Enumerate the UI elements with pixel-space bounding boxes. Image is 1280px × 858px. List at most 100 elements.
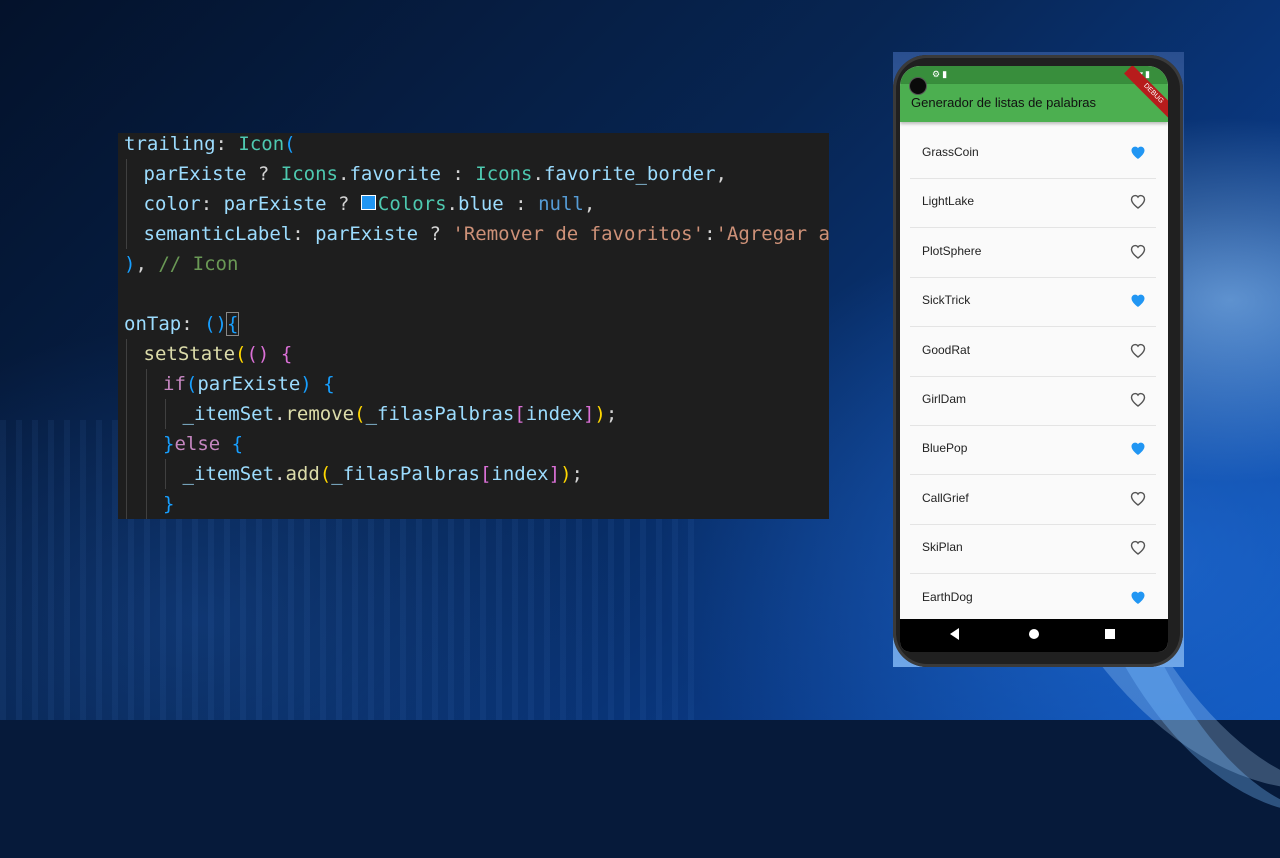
favorite-border-icon[interactable] [1130,244,1146,260]
code-token: favorite [349,163,441,185]
code-token: ( [354,403,366,425]
back-icon[interactable] [950,628,959,640]
camera-icon [909,77,927,95]
code-token: parExiste [143,163,247,185]
phone-screen: ⚙▮ ▾▮ Generador de listas de palabras DE… [900,66,1168,652]
code-token: . [274,403,286,425]
indent-guide [126,369,127,399]
indent-guide [145,369,147,399]
code-token: { [323,373,335,395]
favorite-icon[interactable] [1130,145,1146,161]
code-token: index [491,463,549,485]
code-token: . [274,463,286,485]
code-token: _itemSet [182,403,275,425]
code-token: semanticLabel [143,223,293,245]
favorite-border-icon[interactable] [1130,194,1146,210]
code-token: ( [185,373,198,395]
favorite-icon[interactable] [1130,441,1146,457]
code-token: _filasPalbras [365,403,515,425]
code-token: ) [560,463,572,485]
code-line: onTap: (){ [124,309,240,339]
code-token: { [280,343,293,365]
favorite-border-icon[interactable] [1130,540,1146,556]
code-token: index [525,403,583,425]
code-token: ) [594,403,606,425]
code-token: : [503,193,539,215]
code-token: ) [300,373,312,395]
code-token: color [143,193,201,215]
code-line: _itemSet.remove(_filasPalbras[index]); [183,399,618,429]
code-token: ) [124,253,136,275]
code-token: 'Agregar a favoritos' [715,223,829,245]
navigation-bar [900,619,1168,652]
code-token: { [231,433,244,455]
code-token: [ [479,463,492,485]
indent-guide [126,399,127,429]
home-icon[interactable] [1029,629,1039,639]
list-item[interactable]: GrassCoin [910,129,1156,179]
list-item[interactable]: LightLake [910,178,1156,229]
code-token: } [163,433,175,455]
indent-guide [126,159,127,189]
code-token: { [225,312,240,336]
indent-guide [126,339,127,369]
code-token: trailing [124,133,216,155]
favorite-icon[interactable] [1130,590,1146,606]
code-token: onTap [124,313,182,335]
code-token: . [446,193,458,215]
notification-icons: ⚙▮ [932,69,950,79]
list-item-label: CallGrief [922,490,969,505]
favorite-border-icon[interactable] [1130,491,1146,507]
indent-guide [126,429,127,459]
code-token: _itemSet [182,463,275,485]
app-bar: Generador de listas de palabras DEBUG [900,66,1168,123]
list-item-label: LightLake [922,194,975,209]
favorite-border-icon[interactable] [1130,343,1146,359]
code-token: ( [284,133,296,155]
code-line: if(parExiste) { [163,369,335,399]
code-token: ? [246,163,281,185]
indent-guide [145,429,147,459]
code-token: Icon [238,133,285,155]
list-item-label: GrassCoin [922,145,979,159]
code-token: Icons [475,163,533,185]
code-token: ; [571,463,583,485]
list-item-label: PlotSphere [922,243,982,258]
code-token: ; [605,403,618,425]
code-line: semanticLabel: parExiste ? 'Remover de f… [144,219,830,249]
code-token: , [583,193,596,215]
code-line: color: parExiste ? Colors.blue : null, [144,189,596,219]
recent-apps-icon[interactable] [1105,629,1115,639]
code-token: ? [326,193,361,215]
list-item[interactable]: EarthDog [910,574,1156,624]
code-line: trailing: Icon( [124,133,296,159]
code-token: add [285,463,320,485]
list-item[interactable]: SkiPlan [910,524,1156,575]
list-item[interactable]: BluePop [910,425,1156,476]
favorite-border-icon[interactable] [1130,392,1146,408]
color-swatch [360,195,376,210]
indent-guide [126,189,127,219]
code-token: parExiste [315,223,419,245]
list-item[interactable]: GirlDam [910,376,1156,426]
indent-guide [165,459,166,489]
code-token: . [532,163,544,185]
code-token: blue [457,193,504,215]
indent-guide [145,489,147,519]
code-token: ( [235,343,247,365]
list-item[interactable]: GoodRat [910,327,1156,377]
code-token: : [215,133,239,155]
list-item-label: SickTrick [922,293,971,308]
list-item[interactable]: CallGrief [910,475,1156,525]
list-item[interactable]: SickTrick [910,277,1156,328]
code-token: } [163,493,175,515]
favorite-icon[interactable] [1130,293,1146,309]
code-token: , [715,163,727,185]
code-token: parExiste [223,193,327,215]
code-token: . [337,163,350,185]
list-item[interactable]: PlotSphere [910,228,1156,278]
code-line: parExiste ? Icons.favorite : Icons.favor… [144,159,727,189]
code-token: 'Remover de favoritos' [452,223,705,245]
